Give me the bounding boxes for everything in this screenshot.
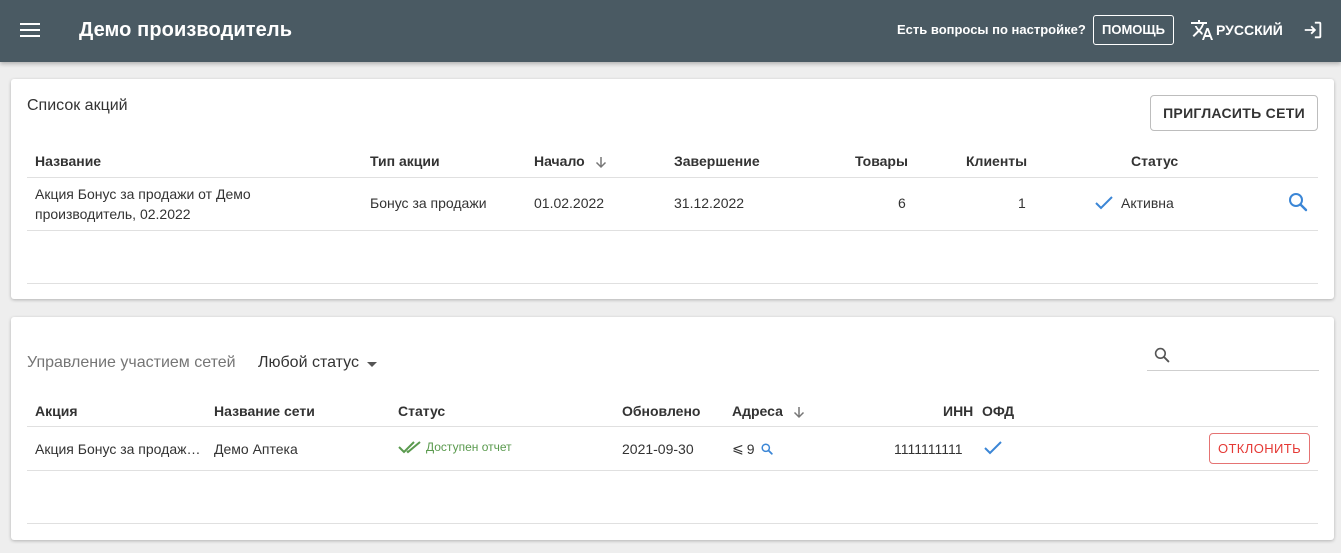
column-promotion[interactable]: Акция (35, 403, 78, 419)
status-badge: Доступен отчет (398, 440, 512, 454)
promotion-products: 6 (898, 195, 906, 211)
language-label: РУССКИЙ (1216, 22, 1283, 38)
status-badge: Активна (1095, 195, 1174, 211)
search-input[interactable] (1177, 345, 1315, 367)
column-addresses-label: Адреса (732, 403, 783, 419)
promotion-type: Бонус за продажи (370, 195, 487, 211)
sort-down-icon[interactable] (595, 156, 607, 169)
column-updated[interactable]: Обновлено (622, 403, 700, 419)
header-divider (27, 426, 1318, 427)
search-icon (1154, 347, 1170, 363)
search-icon[interactable] (760, 442, 773, 455)
check-icon (1095, 196, 1113, 210)
participation-network: Демо Аптека (214, 441, 298, 457)
row-divider (27, 230, 1318, 231)
addresses-count[interactable]: ⩽ 9 (732, 440, 773, 457)
column-inn[interactable]: ИНН (943, 403, 973, 419)
status-filter-value: Любой статус (258, 354, 359, 371)
help-question-text: Есть вопросы по настройке? (897, 22, 1086, 37)
column-clients[interactable]: Клиенты (966, 153, 1027, 169)
search-field[interactable] (1147, 341, 1319, 371)
participation-title: Управление участием сетей (27, 354, 236, 371)
promotion-start: 01.02.2022 (534, 195, 605, 211)
column-addresses[interactable]: Адреса (732, 403, 805, 419)
help-button[interactable]: ПОМОЩЬ (1093, 15, 1174, 45)
table-footer-divider (27, 283, 1318, 284)
column-start-label: Начало (534, 153, 585, 169)
table-footer-divider (27, 523, 1318, 524)
logout-icon[interactable] (1302, 19, 1324, 41)
column-status[interactable]: Статус (398, 403, 445, 419)
column-end[interactable]: Завершение (674, 153, 760, 169)
participation-inn: 1111111111 (894, 441, 963, 457)
column-network[interactable]: Название сети (214, 403, 315, 419)
row-divider (27, 470, 1318, 471)
column-start[interactable]: Начало (534, 153, 607, 169)
column-type[interactable]: Тип акции (370, 153, 440, 169)
participation-updated: 2021-09-30 (622, 441, 694, 457)
promotion-clients: 1 (1018, 195, 1026, 211)
sort-down-icon[interactable] (793, 406, 805, 419)
check-icon (984, 441, 1002, 460)
header-divider (27, 177, 1318, 178)
app-bar: Демо производитель Есть вопросы по настр… (0, 0, 1341, 62)
promotion-name: Акция Бонус за продажи от Демо производи… (35, 186, 251, 222)
participation-card: Управление участием сетей Любой статус А… (11, 317, 1334, 540)
double-check-icon (398, 441, 421, 454)
language-selector[interactable]: РУССКИЙ (1190, 18, 1283, 42)
promotion-end: 31.12.2022 (674, 195, 745, 211)
column-products[interactable]: Товары (855, 153, 908, 169)
participation-promotion: Акция Бонус за продаж… (35, 441, 201, 457)
promotions-card: Список акций ПРИГЛАСИТЬ СЕТИ Название Ти… (11, 79, 1334, 299)
column-ofd[interactable]: ОФД (982, 403, 1014, 419)
column-name[interactable]: Название (35, 153, 101, 169)
invite-networks-button[interactable]: ПРИГЛАСИТЬ СЕТИ (1150, 95, 1318, 131)
promotions-title: Список акций (27, 97, 128, 114)
reject-button[interactable]: ОТКЛОНИТЬ (1209, 433, 1310, 464)
dropdown-caret-icon (366, 361, 377, 367)
search-icon[interactable] (1288, 192, 1308, 212)
menu-icon[interactable] (20, 21, 42, 39)
status-filter-dropdown[interactable]: Любой статус (258, 354, 377, 372)
translate-icon (1191, 20, 1213, 40)
column-status[interactable]: Статус (1131, 153, 1178, 169)
app-title: Демо производитель (79, 19, 293, 41)
